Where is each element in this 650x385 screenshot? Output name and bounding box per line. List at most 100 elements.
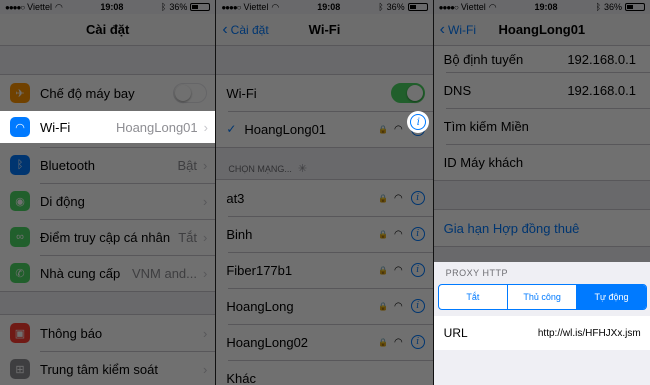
status-bar: ●●●●○ Viettel ◠ 19:08 ᛒ 36% <box>0 0 215 14</box>
spinner-icon: ✳ <box>297 163 308 175</box>
row-label: Trung tâm kiểm soát <box>40 361 159 377</box>
section-header: PROXY HTTP <box>445 268 509 278</box>
list-item[interactable]: at3 🔒 ◠ i <box>216 180 432 216</box>
carrier-label: Viettel <box>460 2 486 12</box>
row-value: HoangLong01 <box>115 119 198 135</box>
url-row[interactable]: URL http://wl.is/HFHJXx.jsm <box>433 316 650 350</box>
network-name: at3 <box>226 190 245 206</box>
chevron-right-icon: › <box>203 229 208 245</box>
row-value: 192.168.0.1 <box>567 51 636 67</box>
signal-icon: ●●●●○ <box>221 2 241 12</box>
wifi-strength-icon: ◠ <box>393 192 403 204</box>
row-value: Bật <box>177 157 197 173</box>
ip-info-group: Bộ định tuyến 192.168.0.1 DNS 192.168.0.… <box>433 46 650 181</box>
chevron-right-icon: › <box>203 361 208 377</box>
nav-bar: ‹ Wi-Fi HoangLong01 <box>433 14 650 46</box>
list-item[interactable]: Binh 🔒 ◠ i <box>216 216 433 252</box>
back-button[interactable]: ‹ Cài đặt <box>222 14 268 46</box>
lock-icon: 🔒 <box>377 265 388 275</box>
settings-row-wifi-highlighted[interactable]: ◠ Wi-Fi HoangLong01 › <box>0 111 216 143</box>
chevron-right-icon: › <box>203 325 208 341</box>
row-label: Nhà cung cấp <box>40 265 121 281</box>
settings-row-bluetooth[interactable]: ᛒ Bluetooth Bật › <box>0 147 216 183</box>
info-icon[interactable]: i <box>410 227 425 241</box>
row-label: Tìm kiếm Miền <box>443 118 529 134</box>
clock: 19:08 <box>534 2 558 12</box>
row-label: Wi-Fi <box>40 119 71 135</box>
renew-lease-button[interactable]: Gia hạn Hợp đồng thuê <box>444 221 642 236</box>
renew-group: Gia hạn Hợp đồng thuê <box>433 209 650 247</box>
phone-icon: ✆ <box>10 263 30 283</box>
wifi-panel: ●●●●○ Viettel ◠ 19:08 ᛒ 36% ‹ Cài đặt Wi-Fi … <box>216 0 433 385</box>
chevron-left-icon: ‹ <box>222 21 228 38</box>
screenshot-collage: ●●●●○ Viettel ◠ 19:08 ᛒ 36% Cài đặt ✈ Chế đ… <box>0 0 650 385</box>
settings-row-notifications[interactable]: ▣ Thông báo › <box>0 315 215 351</box>
settings-row-hotspot[interactable]: ∞ Điểm truy cập cá nhân Tắt › <box>0 219 216 255</box>
section-label: CHỌN MẠNG... <box>228 163 292 174</box>
cellular-icon: ◉ <box>10 191 30 211</box>
proxy-segmented-control[interactable]: Tắt Thủ công Tự động <box>437 284 647 310</box>
chevron-right-icon: › <box>203 119 208 135</box>
list-item[interactable]: Khác <box>216 360 433 385</box>
clock: 19:08 <box>100 2 124 12</box>
hotspot-icon: ∞ <box>10 227 30 247</box>
network-name: HoangLong01 <box>244 121 327 137</box>
info-icon[interactable]: i <box>410 114 427 130</box>
row-label: Bộ định tuyến <box>443 51 524 67</box>
row-label: ID Máy khách <box>443 154 524 170</box>
dns-row[interactable]: DNS 192.168.0.1 <box>434 72 650 108</box>
settings-row-cellular[interactable]: ◉ Di động › <box>0 183 216 219</box>
signal-icon: ●●●●○ <box>5 2 25 12</box>
info-icon[interactable]: i <box>410 191 425 205</box>
chevron-right-icon: › <box>203 157 208 173</box>
row-label: Điểm truy cập cá nhân <box>40 229 171 245</box>
network-name: HoangLong02 <box>226 334 309 350</box>
wifi-toggle-row: Wi-Fi <box>216 75 432 111</box>
list-item[interactable]: HoangLong02 🔒 ◠ i <box>216 324 433 360</box>
airplane-toggle[interactable] <box>173 83 208 103</box>
wifi-strength-icon: ◠ <box>393 228 403 240</box>
section-header: CHỌN MẠNG... ✳ <box>216 148 432 179</box>
row-label: Chế độ máy bay <box>40 85 135 101</box>
wifi-strength-icon: ◠ <box>393 300 403 312</box>
settings-row-carrier[interactable]: ✆ Nhà cung cấp VNM and... › <box>0 255 216 291</box>
wifi-strength-icon: ◠ <box>393 336 403 348</box>
search-domains-row[interactable]: Tìm kiếm Miền <box>434 108 650 144</box>
proxy-option-off[interactable]: Tắt <box>439 285 507 309</box>
wifi-toggle[interactable] <box>390 83 425 103</box>
info-icon[interactable]: i <box>410 263 425 277</box>
proxy-option-manual[interactable]: Thủ công <box>507 285 576 309</box>
list-item[interactable]: Fiber177b1 🔒 ◠ i <box>216 252 433 288</box>
url-value[interactable]: http://wl.is/HFHJXx.jsm <box>538 328 641 339</box>
bluetooth-status-icon: ᛒ <box>378 2 384 12</box>
settings-group-connectivity: ✈ Chế độ máy bay ᛒ Bluetooth Bật › ◉ Di … <box>0 74 216 292</box>
list-item[interactable]: HoangLong 🔒 ◠ i <box>216 288 433 324</box>
wifi-status-icon: ◠ <box>271 1 280 12</box>
nav-bar: Cài đặt <box>0 14 216 46</box>
row-value: 192.168.0.1 <box>567 82 636 98</box>
wifi-group: Wi-Fi ✓ HoangLong01 🔒 ◠ i <box>216 74 433 148</box>
client-id-row[interactable]: ID Máy khách <box>434 144 650 180</box>
status-bar: ●●●●○ Viettel ◠ 19:08 ᛒ 36% <box>434 0 650 14</box>
nav-bar: ‹ Cài đặt Wi-Fi <box>216 14 433 46</box>
lock-icon: 🔒 <box>377 124 388 134</box>
battery-percent: 36% <box>386 2 405 12</box>
info-icon[interactable]: i <box>410 335 425 349</box>
page-title: HoangLong01 <box>498 22 586 37</box>
renew-lease-row[interactable]: Gia hạn Hợp đồng thuê <box>434 210 650 246</box>
network-name: Binh <box>226 226 253 242</box>
info-icon[interactable]: i <box>410 299 425 313</box>
battery-icon <box>190 3 211 11</box>
settings-row-airplane[interactable]: ✈ Chế độ máy bay <box>0 75 215 111</box>
settings-row-control-center[interactable]: ⊞ Trung tâm kiểm soát › <box>0 351 216 385</box>
carrier-label: Viettel <box>243 2 269 12</box>
page-title: Wi-Fi <box>308 22 341 37</box>
notifications-icon: ▣ <box>10 323 30 343</box>
row-label: Thông báo <box>40 325 103 341</box>
connected-network-row[interactable]: ✓ HoangLong01 🔒 ◠ i <box>216 111 433 147</box>
bluetooth-status-icon: ᛒ <box>160 2 167 12</box>
proxy-option-auto[interactable]: Tự động <box>576 285 646 309</box>
back-button[interactable]: ‹ Wi-Fi <box>440 14 476 46</box>
network-detail-panel: ●●●●○ Viettel ◠ 19:08 ᛒ 36% ‹ Wi-Fi HoangLon… <box>433 0 650 385</box>
lock-icon: 🔒 <box>377 337 388 347</box>
